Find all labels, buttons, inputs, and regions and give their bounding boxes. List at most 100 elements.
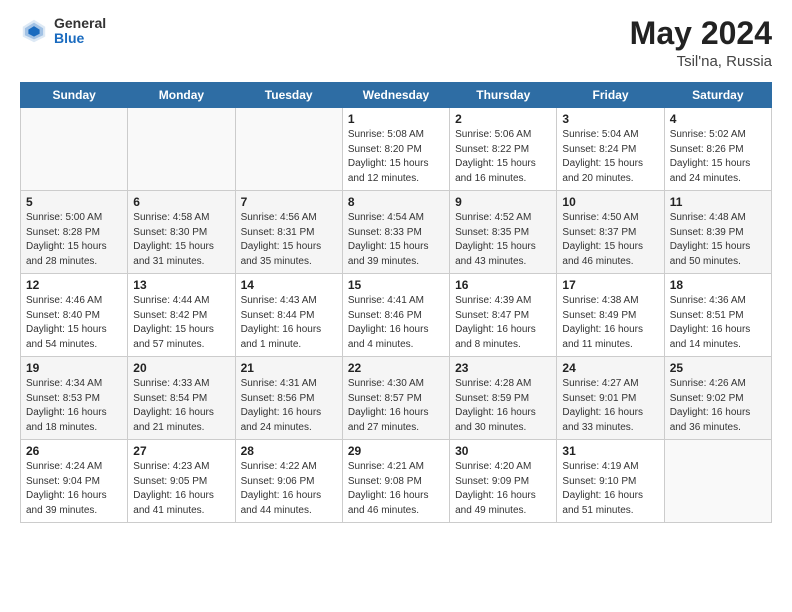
day-info: Sunrise: 4:39 AM Sunset: 8:47 PM Dayligh… — [455, 294, 551, 352]
day-number: 23 — [455, 361, 551, 375]
calendar-cell: 7 Sunrise: 4:56 AM Sunset: 8:31 PM Daylig… — [235, 191, 342, 274]
day-info: Sunrise: 5:02 AM Sunset: 8:26 PM Dayligh… — [670, 128, 766, 186]
day-info: Sunrise: 4:19 AM Sunset: 9:10 PM Dayligh… — [562, 460, 658, 518]
logo: General Blue — [20, 16, 106, 47]
day-number: 21 — [241, 361, 337, 375]
logo-icon — [20, 17, 48, 45]
day-number: 3 — [562, 112, 658, 126]
day-number: 29 — [348, 444, 444, 458]
day-number: 30 — [455, 444, 551, 458]
month-year: May 2024 — [630, 16, 772, 51]
calendar-cell: 29 Sunrise: 4:21 AM Sunset: 9:08 PM Dayli… — [342, 440, 449, 523]
calendar-cell: 13Sunrise: 4:44 AM Sunset: 8:42 PM Dayli… — [128, 274, 235, 357]
weekday-header: Tuesday — [235, 83, 342, 108]
weekday-header: Monday — [128, 83, 235, 108]
day-info: Sunrise: 4:36 AM Sunset: 8:51 PM Dayligh… — [670, 294, 766, 352]
day-number: 20 — [133, 361, 229, 375]
calendar-cell: 8Sunrise: 4:54 AM Sunset: 8:33 PM Daylig… — [342, 191, 449, 274]
day-info: Sunrise: 4:21 AM Sunset: 9:08 PM Dayligh… — [348, 460, 444, 518]
day-number: 27 — [133, 444, 229, 458]
calendar-cell: 12 Sunrise: 4:46 AM Sunset: 8:40 PM Dayli… — [21, 274, 128, 357]
weekday-header: Saturday — [664, 83, 771, 108]
logo-blue: Blue — [54, 31, 106, 46]
logo-text: General Blue — [54, 16, 106, 47]
day-number: 12 — [26, 278, 122, 292]
calendar-cell: 20 Sunrise: 4:33 AM Sunset: 8:54 PM Dayli… — [128, 357, 235, 440]
day-info: Sunrise: 4:56 AM Sunset: 8:31 PM Dayligh… — [241, 211, 337, 269]
day-info: Sunrise: 4:48 AM Sunset: 8:39 PM Dayligh… — [670, 211, 766, 269]
day-info: Sunrise: 4:20 AM Sunset: 9:09 PM Dayligh… — [455, 460, 551, 518]
location: Tsil'na, Russia — [630, 53, 772, 70]
calendar-cell: 30 Sunrise: 4:20 AM Sunset: 9:09 PM Dayli… — [450, 440, 557, 523]
day-number: 8 — [348, 195, 444, 209]
calendar-cell — [235, 108, 342, 191]
day-number: 24 — [562, 361, 658, 375]
weekday-header: Thursday — [450, 83, 557, 108]
calendar-week-row: 26 Sunrise: 4:24 AM Sunset: 9:04 PM Dayli… — [21, 440, 772, 523]
calendar-cell: 4Sunrise: 5:02 AM Sunset: 8:26 PM Daylig… — [664, 108, 771, 191]
day-info: Sunrise: 4:58 AM Sunset: 8:30 PM Dayligh… — [133, 211, 229, 269]
day-info: Sunrise: 5:08 AM Sunset: 8:20 PM Dayligh… — [348, 128, 444, 186]
calendar-cell: 24 Sunrise: 4:27 AM Sunset: 9:01 PM Dayli… — [557, 357, 664, 440]
calendar-cell: 15 Sunrise: 4:41 AM Sunset: 8:46 PM Dayli… — [342, 274, 449, 357]
day-info: Sunrise: 4:41 AM Sunset: 8:46 PM Dayligh… — [348, 294, 444, 352]
day-number: 1 — [348, 112, 444, 126]
calendar-cell: 14Sunrise: 4:43 AM Sunset: 8:44 PM Dayli… — [235, 274, 342, 357]
calendar-header: SundayMondayTuesdayWednesdayThursdayFrid… — [21, 83, 772, 108]
day-number: 10 — [562, 195, 658, 209]
day-number: 14 — [241, 278, 337, 292]
page: General Blue May 2024 Tsil'na, Russia Su… — [0, 0, 792, 612]
day-info: Sunrise: 4:52 AM Sunset: 8:35 PM Dayligh… — [455, 211, 551, 269]
day-info: Sunrise: 4:27 AM Sunset: 9:01 PM Dayligh… — [562, 377, 658, 435]
day-number: 22 — [348, 361, 444, 375]
day-info: Sunrise: 4:28 AM Sunset: 8:59 PM Dayligh… — [455, 377, 551, 435]
day-info: Sunrise: 4:26 AM Sunset: 9:02 PM Dayligh… — [670, 377, 766, 435]
calendar-cell: 10 Sunrise: 4:50 AM Sunset: 8:37 PM Dayli… — [557, 191, 664, 274]
calendar-cell — [664, 440, 771, 523]
header: General Blue May 2024 Tsil'na, Russia — [20, 16, 772, 70]
calendar-week-row: 19 Sunrise: 4:34 AM Sunset: 8:53 PM Dayli… — [21, 357, 772, 440]
calendar-week-row: 1 Sunrise: 5:08 AM Sunset: 8:20 PM Daylig… — [21, 108, 772, 191]
weekday-header: Friday — [557, 83, 664, 108]
calendar-week-row: 5 Sunrise: 5:00 AM Sunset: 8:28 PM Daylig… — [21, 191, 772, 274]
day-info: Sunrise: 4:46 AM Sunset: 8:40 PM Dayligh… — [26, 294, 122, 352]
day-info: Sunrise: 4:24 AM Sunset: 9:04 PM Dayligh… — [26, 460, 122, 518]
calendar-cell: 1 Sunrise: 5:08 AM Sunset: 8:20 PM Daylig… — [342, 108, 449, 191]
calendar-cell: 2Sunrise: 5:06 AM Sunset: 8:22 PM Daylig… — [450, 108, 557, 191]
day-info: Sunrise: 4:34 AM Sunset: 8:53 PM Dayligh… — [26, 377, 122, 435]
day-info: Sunrise: 4:33 AM Sunset: 8:54 PM Dayligh… — [133, 377, 229, 435]
calendar-cell: 17 Sunrise: 4:38 AM Sunset: 8:49 PM Dayli… — [557, 274, 664, 357]
calendar-cell: 25 Sunrise: 4:26 AM Sunset: 9:02 PM Dayli… — [664, 357, 771, 440]
day-info: Sunrise: 5:00 AM Sunset: 8:28 PM Dayligh… — [26, 211, 122, 269]
calendar-cell — [21, 108, 128, 191]
calendar-cell: 3 Sunrise: 5:04 AM Sunset: 8:24 PM Daylig… — [557, 108, 664, 191]
day-number: 7 — [241, 195, 337, 209]
logo-general: General — [54, 16, 106, 31]
day-info: Sunrise: 4:38 AM Sunset: 8:49 PM Dayligh… — [562, 294, 658, 352]
day-number: 26 — [26, 444, 122, 458]
calendar-week-row: 12 Sunrise: 4:46 AM Sunset: 8:40 PM Dayli… — [21, 274, 772, 357]
weekday-header: Wednesday — [342, 83, 449, 108]
day-number: 5 — [26, 195, 122, 209]
day-number: 11 — [670, 195, 766, 209]
day-number: 19 — [26, 361, 122, 375]
calendar-cell: 5 Sunrise: 5:00 AM Sunset: 8:28 PM Daylig… — [21, 191, 128, 274]
calendar-cell: 11 Sunrise: 4:48 AM Sunset: 8:39 PM Dayli… — [664, 191, 771, 274]
day-number: 25 — [670, 361, 766, 375]
title-block: May 2024 Tsil'na, Russia — [630, 16, 772, 70]
day-number: 31 — [562, 444, 658, 458]
day-info: Sunrise: 5:04 AM Sunset: 8:24 PM Dayligh… — [562, 128, 658, 186]
day-number: 15 — [348, 278, 444, 292]
day-info: Sunrise: 4:44 AM Sunset: 8:42 PM Dayligh… — [133, 294, 229, 352]
calendar-cell: 22Sunrise: 4:30 AM Sunset: 8:57 PM Dayli… — [342, 357, 449, 440]
calendar-cell — [128, 108, 235, 191]
day-number: 2 — [455, 112, 551, 126]
day-info: Sunrise: 4:50 AM Sunset: 8:37 PM Dayligh… — [562, 211, 658, 269]
day-number: 17 — [562, 278, 658, 292]
calendar-cell: 9Sunrise: 4:52 AM Sunset: 8:35 PM Daylig… — [450, 191, 557, 274]
day-info: Sunrise: 4:23 AM Sunset: 9:05 PM Dayligh… — [133, 460, 229, 518]
calendar-body: 1 Sunrise: 5:08 AM Sunset: 8:20 PM Daylig… — [21, 108, 772, 523]
day-number: 18 — [670, 278, 766, 292]
calendar-cell: 31 Sunrise: 4:19 AM Sunset: 9:10 PM Dayli… — [557, 440, 664, 523]
calendar-cell: 16Sunrise: 4:39 AM Sunset: 8:47 PM Dayli… — [450, 274, 557, 357]
